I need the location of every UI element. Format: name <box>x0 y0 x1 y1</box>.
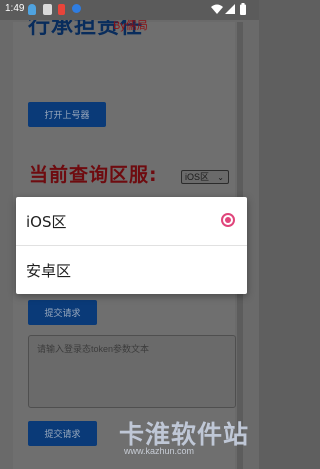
radio-selected-icon[interactable] <box>221 213 235 227</box>
region-label: 当前查询区服: <box>29 164 158 186</box>
token-input[interactable]: 请输入登录态token参数文本 <box>28 335 236 408</box>
submit-request-button-1[interactable]: 提交请求 <box>28 300 97 325</box>
red-app-icon <box>58 4 65 15</box>
option-ios-label: iOS区 <box>26 213 67 231</box>
battery-icon <box>240 3 246 15</box>
region-picker-dialog: iOS区 安卓区 <box>16 197 247 294</box>
download-icon <box>72 4 81 13</box>
region-select[interactable]: iOS区 ⌄ <box>181 170 229 184</box>
option-android[interactable]: 安卓区 <box>16 246 247 294</box>
chevron-down-icon: ⌄ <box>217 173 224 182</box>
token-input-placeholder: 请输入登录态token参数文本 <box>37 344 150 354</box>
option-android-label: 安卓区 <box>26 262 72 280</box>
app-notification-icon <box>43 4 52 15</box>
open-login-tool-button[interactable]: 打开上号器 <box>28 102 106 127</box>
watermark-url: www.kazhun.com <box>124 446 195 456</box>
submit-request-button-2[interactable]: 提交请求 <box>28 421 97 446</box>
status-time: 1:49 <box>5 3 25 14</box>
region-select-value: iOS区 <box>185 172 210 182</box>
wifi-icon <box>211 4 223 14</box>
notification-icon <box>28 4 36 15</box>
signal-icon <box>225 4 235 14</box>
option-ios[interactable]: iOS区 <box>16 197 247 245</box>
author-label: By儒局 <box>113 20 148 32</box>
